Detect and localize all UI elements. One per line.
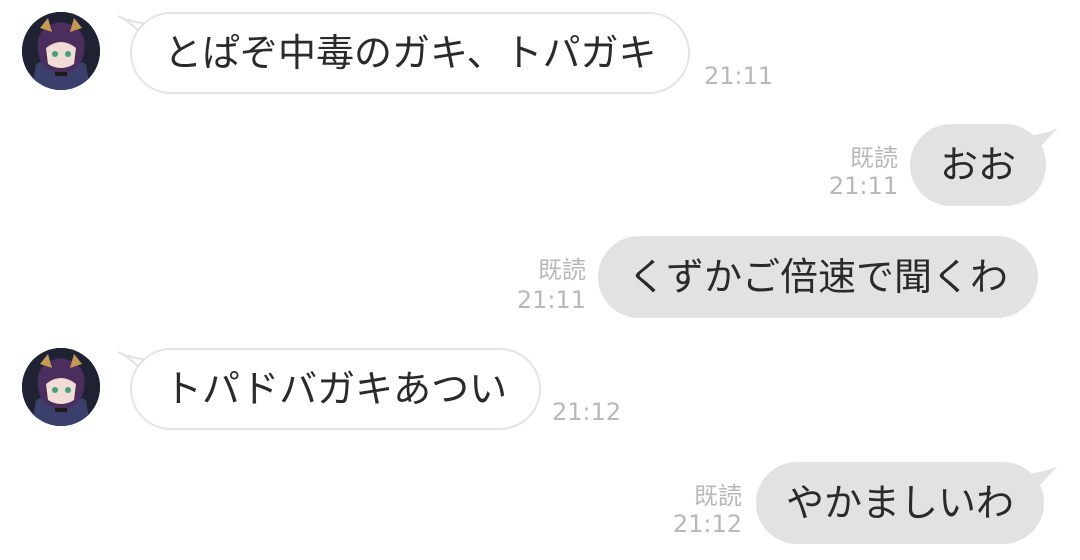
message-timestamp: 21:12 xyxy=(552,398,622,426)
message-timestamp: 21:11 xyxy=(828,172,898,200)
read-receipt: 既読 xyxy=(694,482,742,510)
message-bubble-outgoing[interactable]: やかましいわ xyxy=(756,462,1045,544)
read-receipt: 既読 xyxy=(538,256,586,284)
message-timestamp: 21:12 xyxy=(672,510,742,538)
sender-avatar[interactable] xyxy=(22,12,100,90)
message-text: やかましいわ xyxy=(786,481,1015,525)
message-timestamp: 21:11 xyxy=(516,286,586,314)
user-avatar-icon xyxy=(22,348,100,426)
bubble-tail xyxy=(1026,464,1060,492)
read-receipt: 既読 xyxy=(850,144,898,172)
message-text: とぱぞ中毒のガキ、トパガキ xyxy=(164,31,657,75)
sender-avatar[interactable] xyxy=(22,348,100,426)
message-timestamp: 21:11 xyxy=(704,62,774,90)
message-bubble-outgoing[interactable]: くずかご倍速で聞くわ xyxy=(598,236,1039,318)
message-bubble-incoming[interactable]: トパドバガキあつい xyxy=(130,348,542,430)
bubble-tail xyxy=(1026,126,1060,154)
message-text: トパドバガキあつい xyxy=(164,367,508,411)
message-text: おお xyxy=(940,143,1017,187)
message-bubble-incoming[interactable]: とぱぞ中毒のガキ、トパガキ xyxy=(130,12,691,94)
user-avatar-icon xyxy=(22,12,100,90)
message-text: くずかご倍速で聞くわ xyxy=(628,255,1009,299)
